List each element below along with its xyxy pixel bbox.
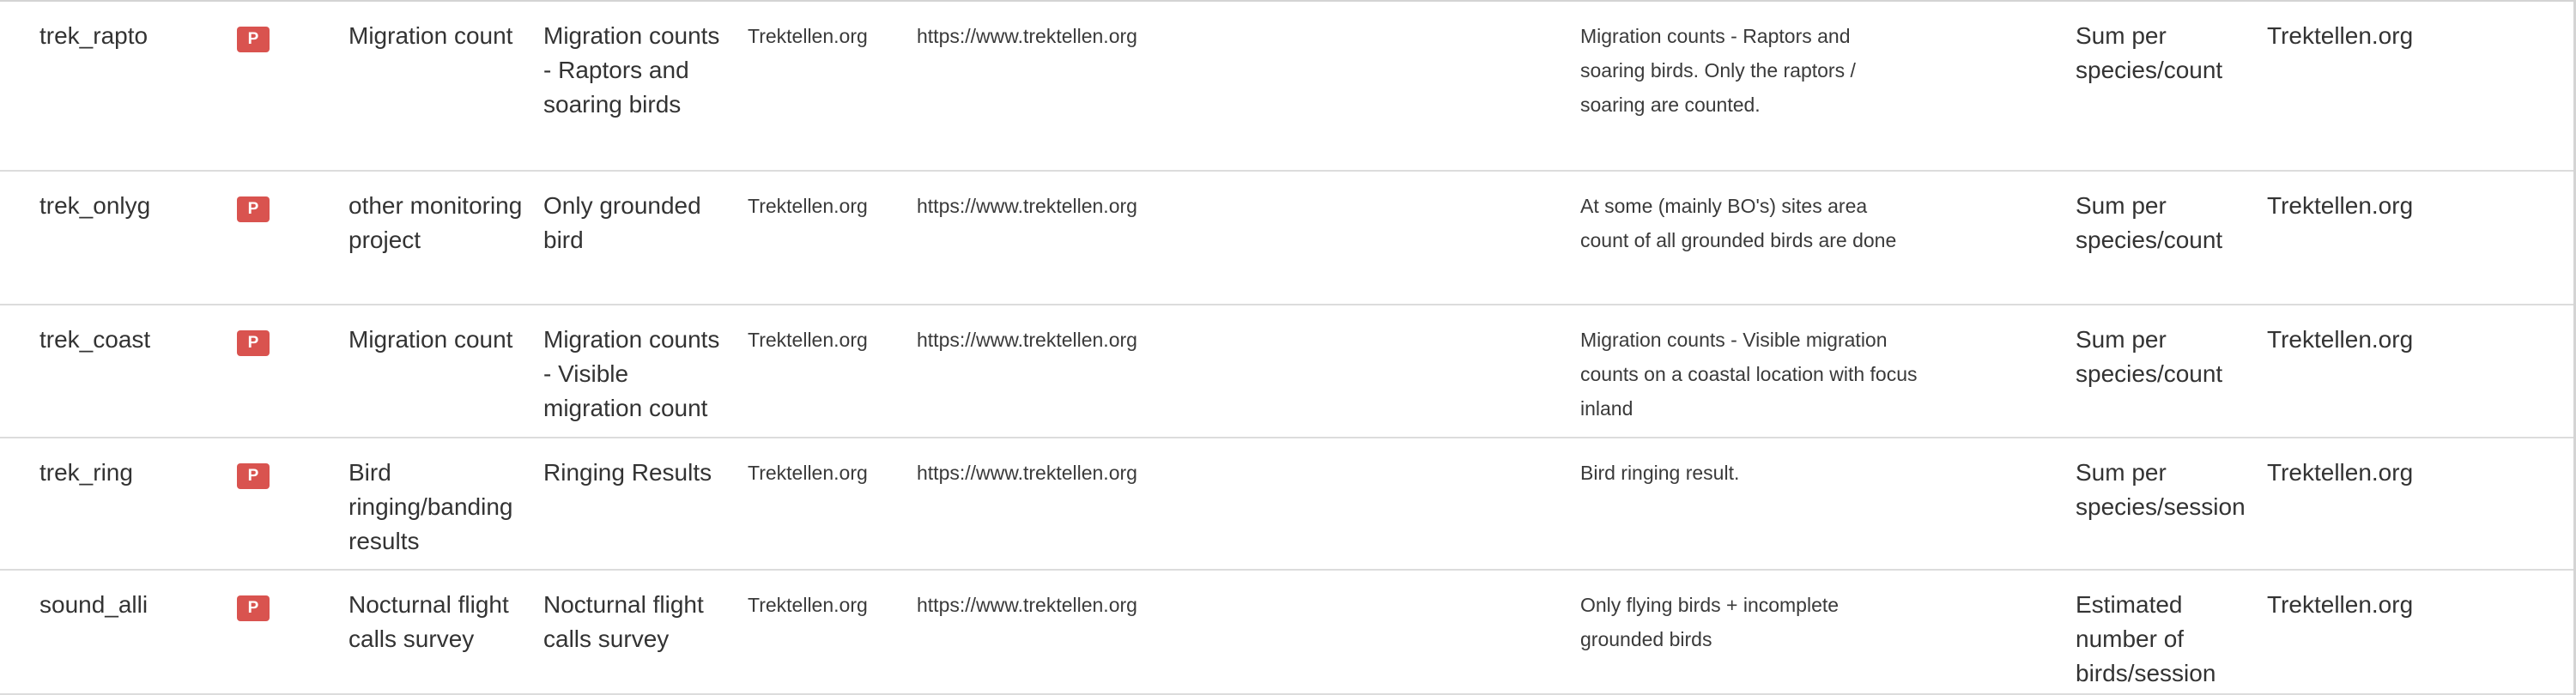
project-unit: Sum per species/count <box>2076 22 2223 83</box>
project-badge: P <box>237 330 271 356</box>
project-owner: Trektellen.org <box>748 594 868 616</box>
project-name: Migration counts - Raptors and soaring b… <box>543 22 720 118</box>
project-provider: Trektellen.org <box>2267 326 2414 353</box>
status-badge: P <box>237 595 270 621</box>
status-badge: P <box>237 330 270 356</box>
project-url[interactable]: https://www.trektellen.org <box>917 588 1518 622</box>
project-name: Migration counts - Visible migration cou… <box>543 326 720 421</box>
project-badge: P <box>237 463 271 489</box>
project-owner: Trektellen.org <box>748 462 868 484</box>
project-unit: Sum per species/count <box>2076 192 2223 253</box>
project-description: Migration counts - Raptors and soaring b… <box>1580 25 1856 116</box>
table-row: trek_rapto P Migration count Migration c… <box>0 2 2576 172</box>
project-type: other monitoring project <box>349 192 523 253</box>
project-provider: Trektellen.org <box>2267 459 2414 486</box>
projects-table: trek_rapto P Migration count Migration c… <box>0 0 2576 695</box>
table-row: trek_onlyg P other monitoring project On… <box>0 172 2576 305</box>
project-name: Only grounded bird <box>543 192 701 253</box>
table-row: sound_alli P Nocturnal flight calls surv… <box>0 571 2576 695</box>
project-unit: Estimated number of birds/session <box>2076 591 2216 686</box>
project-description: Migration counts - Visible migration cou… <box>1580 329 1918 420</box>
project-owner: Trektellen.org <box>748 329 868 351</box>
project-code: trek_rapto <box>39 22 148 49</box>
project-description: At some (mainly BO's) sites area count o… <box>1580 195 1897 251</box>
project-badge: P <box>237 595 271 621</box>
project-code: sound_alli <box>39 591 148 618</box>
table-row: trek_ring P Bird ringing/banding results… <box>0 438 2576 571</box>
status-badge: P <box>237 196 270 222</box>
project-url[interactable]: https://www.trektellen.org <box>917 323 1518 357</box>
project-provider: Trektellen.org <box>2267 591 2414 618</box>
project-name: Ringing Results <box>543 459 712 486</box>
project-url[interactable]: https://www.trektellen.org <box>917 189 1518 223</box>
project-code: trek_coast <box>39 326 151 353</box>
project-owner: Trektellen.org <box>748 25 868 47</box>
project-type: Nocturnal flight calls survey <box>349 591 509 652</box>
project-code: trek_onlyg <box>39 192 151 219</box>
project-name: Nocturnal flight calls survey <box>543 591 704 652</box>
project-provider: Trektellen.org <box>2267 192 2414 219</box>
project-badge: P <box>237 196 271 222</box>
project-unit: Sum per species/count <box>2076 326 2223 387</box>
project-badge: P <box>237 27 271 52</box>
status-badge: P <box>237 27 270 52</box>
table-row: trek_coast P Migration count Migration c… <box>0 305 2576 438</box>
project-unit: Sum per species/session <box>2076 459 2246 520</box>
project-code: trek_ring <box>39 459 133 486</box>
project-owner: Trektellen.org <box>748 195 868 217</box>
project-provider: Trektellen.org <box>2267 22 2414 49</box>
project-description: Only flying birds + incomplete grounded … <box>1580 594 1840 650</box>
status-badge: P <box>237 463 270 489</box>
project-url[interactable]: https://www.trektellen.org <box>917 456 1518 490</box>
project-type: Bird ringing/banding results <box>349 459 513 554</box>
project-description: Bird ringing result. <box>1580 462 1740 484</box>
project-type: Migration count <box>349 326 513 353</box>
project-type: Migration count <box>349 22 513 49</box>
project-url[interactable]: https://www.trektellen.org <box>917 19 1518 53</box>
